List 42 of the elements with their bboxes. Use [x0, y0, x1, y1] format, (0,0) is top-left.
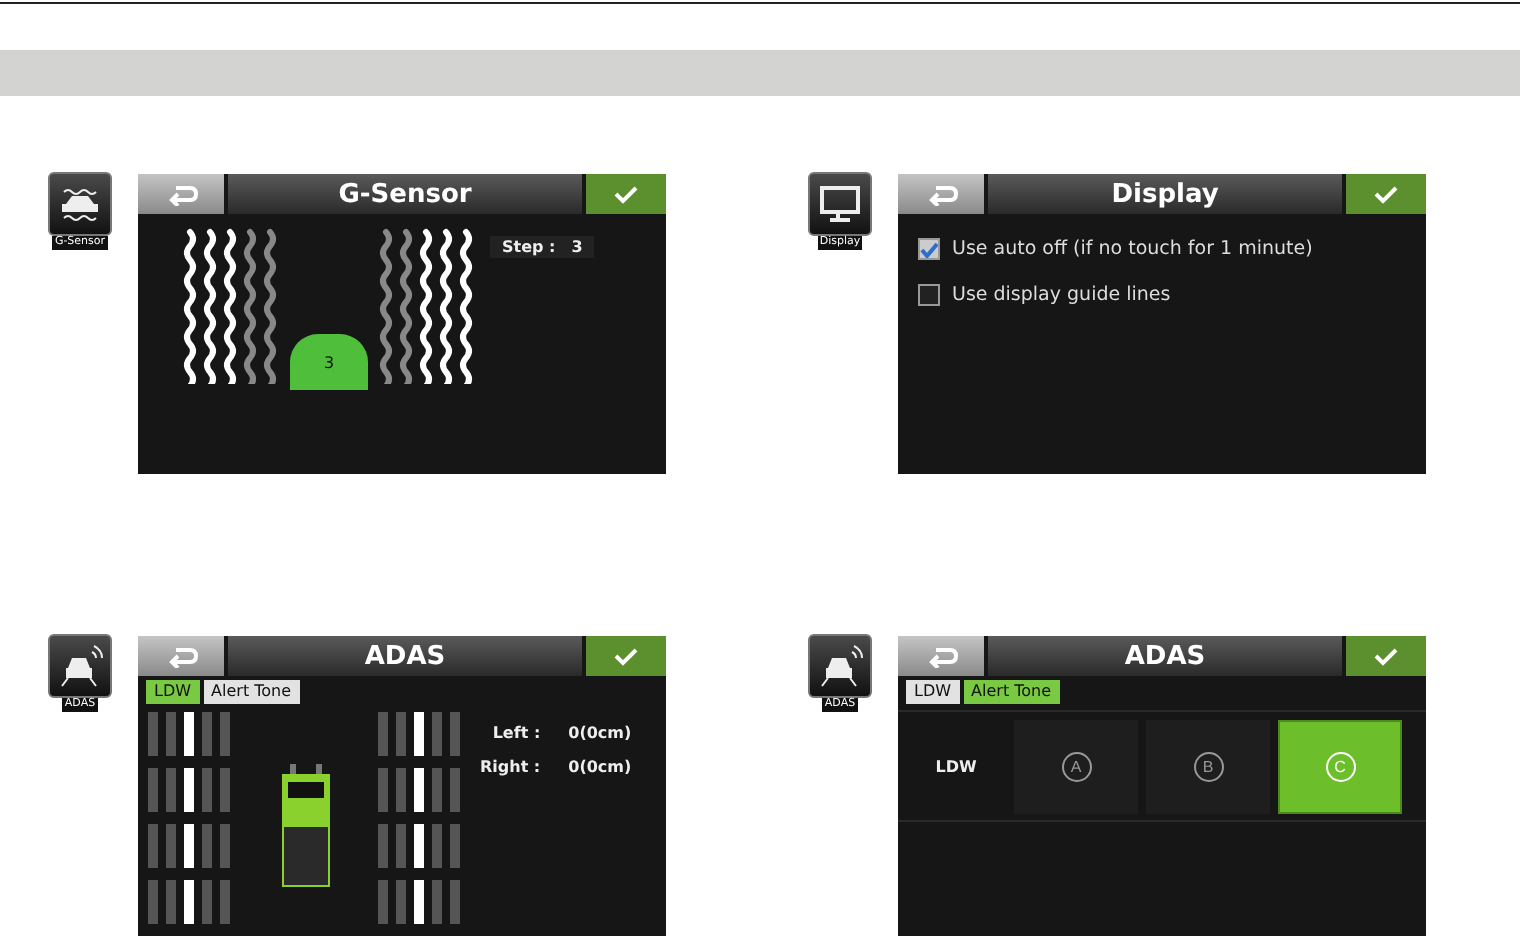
option-label: Use auto off (if no touch for 1 minute) — [952, 238, 1313, 260]
step-value: 3 — [571, 238, 583, 256]
option-label: Use display guide lines — [952, 284, 1171, 306]
confirm-button[interactable] — [1346, 636, 1426, 676]
tab[interactable]: LDW — [906, 680, 960, 704]
check-icon — [1374, 185, 1398, 203]
return-icon — [165, 183, 197, 205]
return-icon — [925, 183, 957, 205]
check-icon — [614, 647, 638, 665]
row-label: LDW — [933, 757, 979, 775]
level-badge: 3 — [290, 334, 368, 390]
confirm-button[interactable] — [586, 636, 666, 676]
back-button[interactable] — [138, 636, 224, 676]
tab[interactable]: Alert Tone — [203, 680, 300, 704]
step-label: Step : — [502, 238, 556, 256]
car-drawing — [280, 764, 332, 888]
screen-title: Display — [988, 174, 1342, 214]
car-icon — [56, 642, 104, 690]
checkbox[interactable] — [918, 238, 940, 260]
return-icon — [925, 645, 957, 667]
screen-title: ADAS — [988, 636, 1342, 676]
screen-title: G-Sensor — [228, 174, 582, 214]
tab[interactable]: Alert Tone — [963, 680, 1060, 704]
tab[interactable]: LDW — [146, 680, 200, 704]
reading-value: 0(0cm) — [568, 724, 632, 742]
reading-label: Right : — [480, 758, 541, 776]
return-icon — [165, 645, 197, 667]
back-button[interactable] — [898, 174, 984, 214]
reading-label: Left : — [490, 724, 541, 742]
car-icon — [816, 642, 864, 690]
back-button[interactable] — [898, 636, 984, 676]
check-icon — [1374, 647, 1398, 665]
reading-value: 0(0cm) — [568, 758, 632, 776]
confirm-button[interactable] — [586, 174, 666, 214]
choice-button[interactable]: B — [1146, 719, 1270, 813]
check-icon — [614, 185, 638, 203]
checkbox[interactable] — [918, 284, 940, 306]
screen-title: ADAS — [228, 636, 582, 676]
confirm-button[interactable] — [1346, 174, 1426, 214]
back-button[interactable] — [138, 174, 224, 214]
choice-button[interactable]: A — [1014, 719, 1138, 813]
monitor-icon — [816, 180, 864, 228]
